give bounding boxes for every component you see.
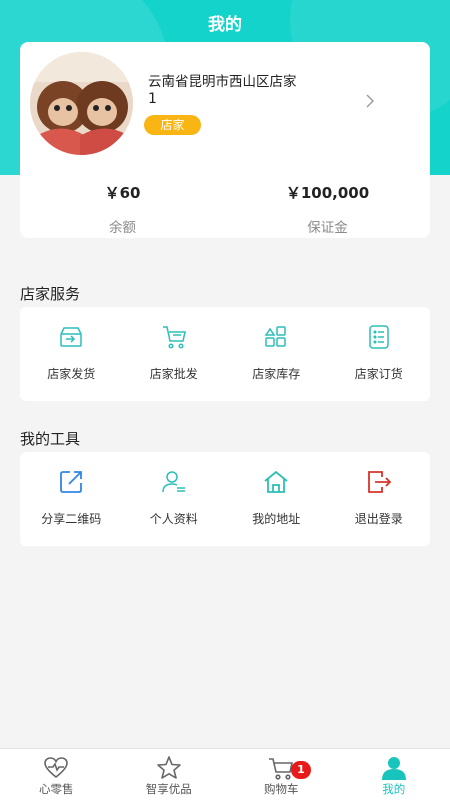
service-label: 店家发货 (47, 367, 96, 381)
tab-label: 我的 (382, 782, 406, 796)
home-icon (264, 470, 288, 493)
shopping-cart-icon (162, 326, 186, 349)
my-tools-card: 分享二维码 个人资料 我的地址 退出登录 (20, 452, 430, 546)
balance-stat[interactable]: ￥60 余额 (20, 182, 225, 236)
tool-label: 退出登录 (354, 512, 403, 526)
my-tools-title: 我的工具 (20, 430, 81, 448)
deposit-label: 保证金 (307, 220, 348, 236)
tool-label: 个人资料 (149, 512, 198, 526)
cart-count-badge: 1 (291, 761, 311, 779)
profile-card[interactable]: 云南省昆明市西山区店家 1 店家 ￥60 余额 ￥100,000 保证金 (20, 42, 430, 238)
chevron-right-icon[interactable] (364, 94, 376, 108)
service-label: 店家批发 (149, 367, 198, 381)
tool-label: 分享二维码 (41, 512, 102, 526)
shop-name: 云南省昆明市西山区店家 (148, 74, 297, 90)
user-profile-icon (162, 471, 185, 493)
star-icon (156, 756, 181, 779)
service-ordering[interactable]: 店家订货 (328, 307, 431, 401)
bottom-tab-bar: 心零售 智享优品 购物车 我的 (0, 748, 450, 800)
role-badge: 店家 (144, 115, 201, 135)
order-list-icon (369, 325, 389, 349)
tool-profile[interactable]: 个人资料 (123, 452, 226, 546)
tool-share-qrcode[interactable]: 分享二维码 (20, 452, 123, 546)
tool-label: 我的地址 (252, 512, 301, 526)
shipping-box-icon (60, 327, 82, 347)
tab-retail[interactable]: 心零售 (0, 749, 113, 800)
tab-mine[interactable]: 我的 (338, 749, 450, 800)
heart-pulse-icon (44, 757, 69, 779)
inventory-grid-icon (264, 326, 286, 347)
page-title: 我的 (208, 15, 242, 35)
shop-services-card: 店家发货 店家批发 店家库存 店家订货 (20, 307, 430, 401)
service-wholesale[interactable]: 店家批发 (123, 307, 226, 401)
person-icon (381, 757, 406, 780)
logout-icon (367, 471, 392, 493)
service-label: 店家库存 (252, 367, 301, 381)
tab-premium[interactable]: 智享优品 (113, 749, 226, 800)
service-inventory[interactable]: 店家库存 (225, 307, 328, 401)
avatar[interactable] (30, 52, 133, 155)
tab-label: 购物车 (264, 782, 299, 796)
shop-id: 1 (148, 91, 157, 107)
tab-label: 智享优品 (145, 782, 192, 796)
tab-cart[interactable]: 购物车 (225, 749, 338, 800)
deposit-stat[interactable]: ￥100,000 保证金 (225, 182, 430, 236)
tool-address[interactable]: 我的地址 (225, 452, 328, 546)
service-shipping[interactable]: 店家发货 (20, 307, 123, 401)
balance-value: ￥60 (104, 184, 141, 202)
deposit-value: ￥100,000 (285, 184, 370, 202)
shop-services-title: 店家服务 (20, 285, 81, 303)
balance-label: 余额 (109, 220, 136, 236)
share-icon (60, 471, 83, 493)
service-label: 店家订货 (354, 367, 403, 381)
tool-logout[interactable]: 退出登录 (328, 452, 431, 546)
tab-label: 心零售 (39, 782, 74, 796)
